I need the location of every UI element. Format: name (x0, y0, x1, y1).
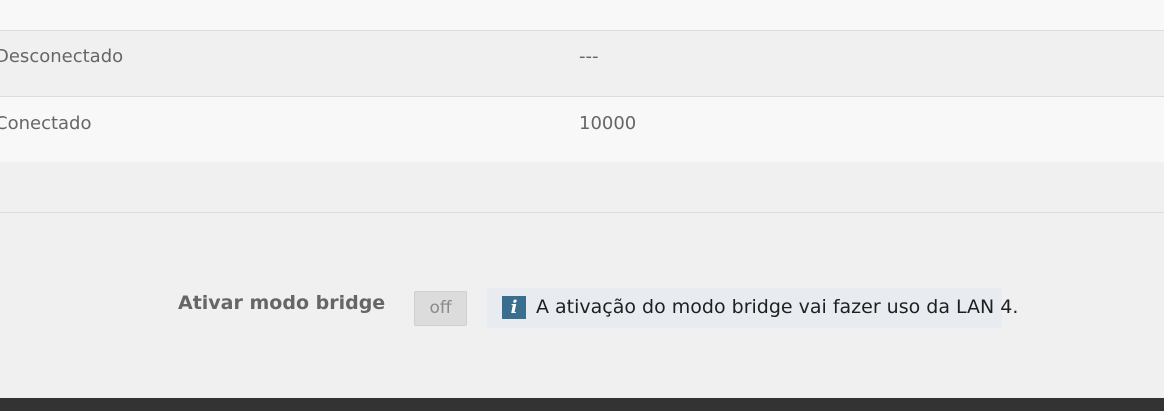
bridge-info-text: A ativação do modo bridge vai fazer uso … (536, 296, 1019, 318)
connection-status: Desconectado (0, 46, 124, 67)
bridge-info-box: i A ativação do modo bridge vai fazer us… (487, 288, 1018, 328)
connection-speed: 10000 (579, 113, 637, 134)
connection-status: Conectado (0, 113, 92, 134)
bridge-mode-toggle[interactable]: off (414, 291, 467, 326)
connection-speed: --- (579, 46, 599, 67)
section-divider (0, 212, 1164, 213)
table-row-partial (0, 0, 1164, 31)
bridge-mode-label: Ativar modo bridge (178, 292, 386, 314)
table-row: Conectado 10000 (0, 97, 1164, 162)
footer-bar (0, 398, 1164, 411)
info-icon: i (502, 296, 526, 319)
table-row: Desconectado --- (0, 31, 1164, 97)
